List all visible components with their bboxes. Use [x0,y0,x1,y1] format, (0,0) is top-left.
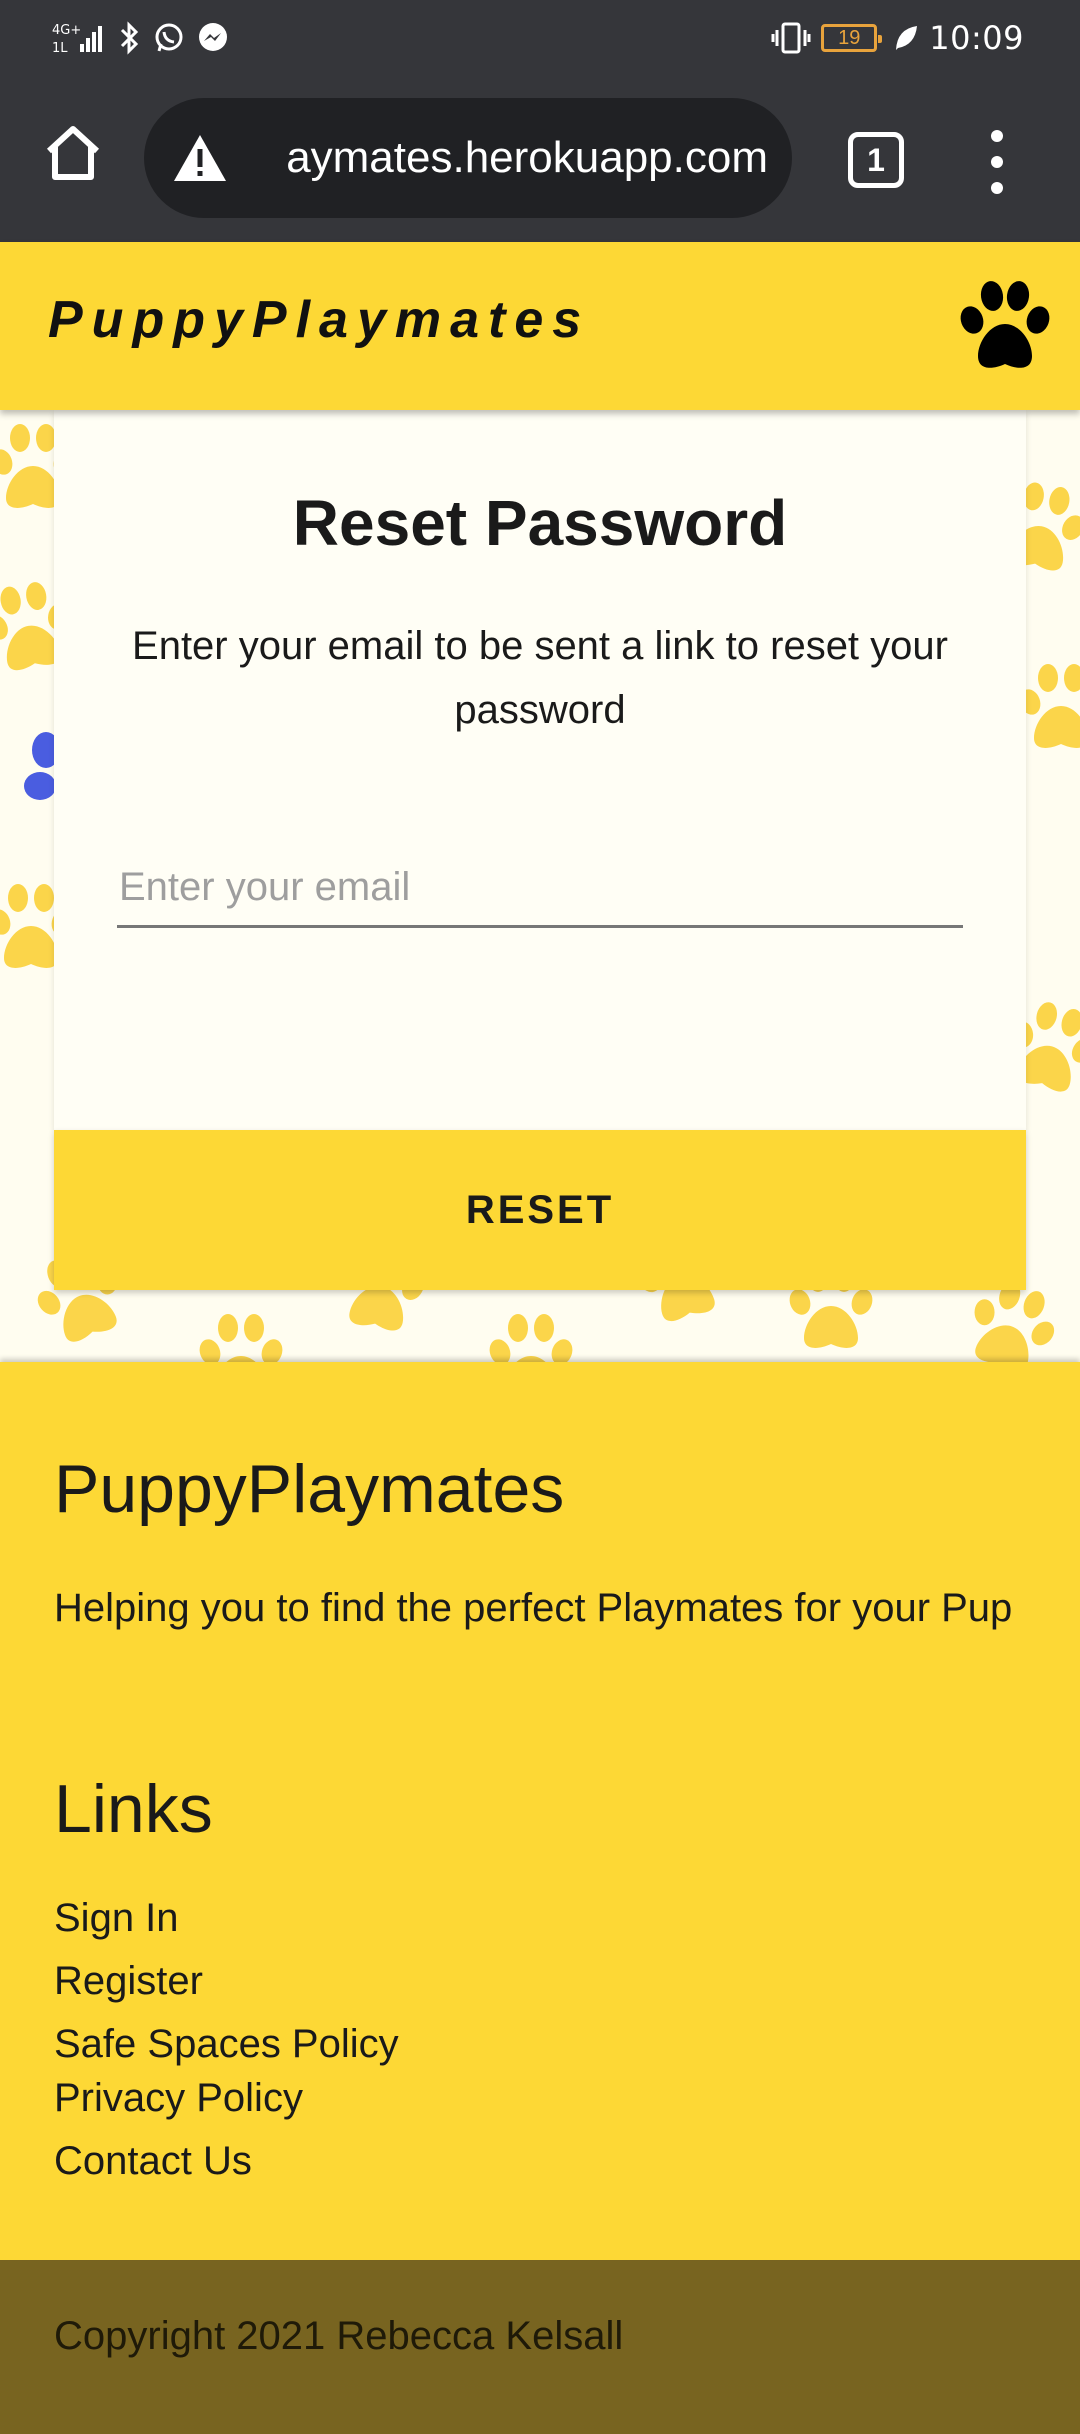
battery-icon: 19 [821,24,883,52]
status-bar: 4G+ 1L 19 10:09 [0,0,1080,76]
status-left-icons: 4G+ 1L [52,16,230,60]
tab-switcher-icon[interactable]: 1 [848,132,904,188]
whatsapp-icon [155,23,183,52]
footer-tagline: Helping you to find the perfect Playmate… [54,1586,1013,1630]
brand-logo-text[interactable]: PuppyPlaymates [48,290,590,350]
footer-links-heading: Links [54,1771,213,1847]
status-right-icons: 19 10:09 [771,16,1024,60]
paw-icon[interactable] [950,276,1058,376]
main-content: Reset Password Enter your email to be se… [0,410,1080,1362]
reset-password-card: Reset Password Enter your email to be se… [54,410,1026,1130]
home-icon [46,126,100,180]
footer: PuppyPlaymates Helping you to find the p… [0,1362,1080,2260]
tab-count: 1 [867,141,885,178]
browser-toolbar: aymates.herokuapp.com 1 [0,76,1080,242]
footer-link-contact-us[interactable]: Contact Us [54,2139,252,2184]
url-text[interactable]: aymates.herokuapp.com [234,133,792,183]
network-4g-icon: 4G+ 1L [52,23,102,56]
footer-link-sign-in[interactable]: Sign In [54,1896,179,1941]
reset-description: Enter your email to be sent a link to re… [132,624,948,732]
svg-text:4G+: 4G+ [52,23,81,38]
footer-link-privacy-policy[interactable]: Privacy Policy [54,2076,303,2121]
messenger-icon [199,23,227,51]
leaf-icon [896,26,918,50]
footer-title: PuppyPlaymates [54,1451,565,1527]
battery-level: 19 [838,26,861,49]
page-title: Reset Password [292,487,788,559]
bluetooth-icon [120,21,139,55]
footer-link-register[interactable]: Register [54,1959,203,2004]
email-input[interactable] [117,850,963,928]
footer-link-safe-spaces-policy[interactable]: Safe Spaces Policy [54,2022,399,2067]
svg-text:1L: 1L [52,41,68,56]
reset-button[interactable]: RESET [54,1130,1026,1290]
site-navbar: PuppyPlaymates [0,242,1080,410]
home-button[interactable] [36,116,110,190]
warning-icon[interactable] [172,133,228,183]
copyright-bar: Copyright 2021 Rebecca Kelsall [0,2260,1080,2434]
menu-dots-icon[interactable] [982,130,1012,194]
status-time: 10:09 [929,19,1024,57]
vibrate-icon [771,22,811,54]
copyright-text: Copyright 2021 Rebecca Kelsall [54,2314,624,2358]
url-bar[interactable]: aymates.herokuapp.com [144,98,792,218]
